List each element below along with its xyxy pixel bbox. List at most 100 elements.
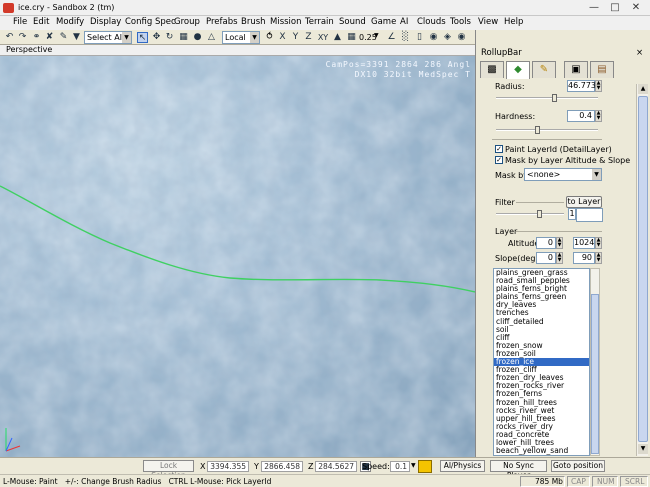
layer-list-scrollbar[interactable] xyxy=(590,268,600,456)
perspective-viewport[interactable]: CamPos=3391 2864 286 Angl DX10 32bit Med… xyxy=(0,56,475,457)
layer-list-item[interactable]: lower_hill_trees xyxy=(494,439,589,447)
axis-z-button[interactable]: Z xyxy=(303,32,314,43)
axis-x-button[interactable]: X xyxy=(277,32,288,43)
menu-display[interactable]: Display xyxy=(90,17,121,27)
scroll-up-icon[interactable]: ▲ xyxy=(638,84,648,94)
layer-list-item[interactable]: rocks_river_dry xyxy=(494,423,589,431)
layer-list-item[interactable]: frozen_snow xyxy=(494,342,589,350)
selection-combo[interactable]: Select All ▼ xyxy=(84,31,132,44)
select-arrow-icon[interactable]: ↖ xyxy=(137,32,148,43)
mask-icon[interactable]: ▯ xyxy=(414,32,425,43)
terrain-follow-icon[interactable]: ▲ xyxy=(332,32,343,43)
ruler-icon[interactable]: ░ xyxy=(400,32,411,43)
axis-y-button[interactable]: Y xyxy=(290,32,301,43)
layer-list-item[interactable]: frozen_ferns xyxy=(494,390,589,398)
menu-prefabs[interactable]: Prefabs xyxy=(206,17,238,27)
coord-space-combo[interactable]: Local ▼ xyxy=(222,31,260,44)
slider-knob[interactable] xyxy=(535,126,540,134)
layer-list-item[interactable]: road_small_pepples xyxy=(494,277,589,285)
layer-list-item[interactable]: dry_leaves xyxy=(494,301,589,309)
modeling-tab[interactable]: ✎ xyxy=(532,61,556,78)
radius-slider[interactable] xyxy=(496,94,598,102)
layer-list-item[interactable]: cliff xyxy=(494,334,589,342)
hardness-spinner[interactable]: ▲ ▼ xyxy=(595,110,602,122)
menu-brush[interactable]: Brush xyxy=(241,17,266,27)
menu-modify[interactable]: Modify xyxy=(56,17,84,27)
paint-layer-checkbox[interactable]: ✓ xyxy=(495,145,503,153)
menu-view[interactable]: View xyxy=(478,17,498,27)
menu-file[interactable]: File xyxy=(13,17,27,27)
display-tab[interactable]: ▣ xyxy=(564,61,588,78)
menu-help[interactable]: Help xyxy=(504,17,523,27)
angle-snap-icon[interactable]: ∠ xyxy=(386,32,397,43)
chevron-down-icon[interactable]: ▼ xyxy=(411,462,416,469)
layer-list-item[interactable]: frozen_rocks_river xyxy=(494,382,589,390)
y-coordinate[interactable]: 2866.458 xyxy=(261,461,303,472)
lock-icon[interactable]: ◈ xyxy=(442,32,453,43)
menu-ai[interactable]: AI xyxy=(400,17,408,27)
scroll-down-icon[interactable]: ▼ xyxy=(638,444,648,454)
altitude-min-input[interactable]: 0 xyxy=(536,237,556,249)
layer-list-item[interactable]: frozen_dry_leaves xyxy=(494,374,589,382)
mask-by-select[interactable]: <none> ▼ xyxy=(524,168,602,181)
attach-icon[interactable]: ✎ xyxy=(58,32,69,43)
terrain-snap-icon[interactable]: △ xyxy=(206,32,217,43)
layer-list-item[interactable]: soil xyxy=(494,326,589,334)
viewport-name[interactable]: Perspective xyxy=(6,45,52,54)
maximize-icon[interactable]: □ xyxy=(606,1,624,15)
snap-icon[interactable]: ● xyxy=(192,32,203,43)
filter-spin-value[interactable]: 1 xyxy=(568,208,576,220)
layers-tab[interactable]: ▤ xyxy=(590,61,614,78)
altitude-min-spinner[interactable]: ▲ ▼ xyxy=(556,237,563,249)
objects-tab[interactable]: ▩ xyxy=(480,61,504,78)
terrain-tab[interactable]: ◆ xyxy=(506,61,530,79)
rotate-icon[interactable]: ↻ xyxy=(164,32,175,43)
ai-physics-button[interactable]: AI/Physics xyxy=(440,460,485,472)
z-coordinate[interactable]: 284.5627 xyxy=(315,461,357,472)
x-coordinate[interactable]: 3394.355 xyxy=(207,461,249,472)
menu-clouds[interactable]: Clouds xyxy=(417,17,446,27)
slope-min-input[interactable]: 0 xyxy=(536,252,556,264)
menu-group[interactable]: Group xyxy=(174,17,200,27)
altitude-max-input[interactable]: 1024 xyxy=(573,237,595,249)
menu-edit[interactable]: Edit xyxy=(33,17,49,27)
menu-terrain[interactable]: Terrain xyxy=(305,17,334,27)
physics-icon[interactable]: ◉ xyxy=(456,32,467,43)
scrollbar-thumb[interactable] xyxy=(591,294,599,454)
layer-list-item[interactable]: cliff_detailed xyxy=(494,318,589,326)
slope-max-input[interactable]: 90 xyxy=(573,252,595,264)
layer-list[interactable]: plains_green_grass road_small_pepples plai… xyxy=(493,268,590,456)
goto-position-button[interactable]: Goto position xyxy=(551,460,605,472)
altitude-max-spinner[interactable]: ▲ ▼ xyxy=(595,237,602,249)
layer-list-item[interactable]: frozen_ice xyxy=(494,358,589,367)
unlink-icon[interactable]: ✘ xyxy=(44,32,55,43)
layer-list-item[interactable]: plains_ferns_green xyxy=(494,293,589,301)
layer-list-item[interactable]: upper_hill_trees xyxy=(494,415,589,423)
layer-list-item[interactable]: rocks_river_wet xyxy=(494,407,589,415)
menu-config-spec[interactable]: Config Spec xyxy=(125,17,176,27)
menu-mission[interactable]: Mission xyxy=(270,17,302,27)
close-icon[interactable]: ✕ xyxy=(627,1,645,15)
scrollbar-thumb[interactable] xyxy=(638,96,648,442)
hardness-slider[interactable] xyxy=(496,126,598,134)
menu-sound[interactable]: Sound xyxy=(339,17,366,27)
lock-selection-button[interactable]: Lock Selection xyxy=(143,460,194,480)
axis-lock-icon[interactable]: ⥀ xyxy=(264,32,275,43)
filter-icon[interactable]: ▼ xyxy=(71,32,82,43)
layer-list-item[interactable]: road_concrete xyxy=(494,431,589,439)
hardness-input[interactable]: 0.4 xyxy=(567,110,595,122)
undo-icon[interactable]: ↶ xyxy=(4,32,15,43)
scale-icon[interactable]: ▦ xyxy=(178,32,189,43)
grid-size-dropdown-icon[interactable]: ▼ xyxy=(374,32,379,39)
redo-icon[interactable]: ↷ xyxy=(17,32,28,43)
filter-slider[interactable] xyxy=(496,210,564,218)
minimize-icon[interactable]: — xyxy=(585,1,603,15)
filter-color-swatch[interactable] xyxy=(576,208,603,222)
layer-list-item[interactable]: frozen_hill_trees xyxy=(494,399,589,407)
menu-game[interactable]: Game xyxy=(371,17,396,27)
no-sync-player-button[interactable]: No Sync Player xyxy=(490,460,547,480)
grid-icon[interactable]: ▦ xyxy=(346,32,357,43)
slope-min-spinner[interactable]: ▲ ▼ xyxy=(556,252,563,264)
slider-knob[interactable] xyxy=(552,94,557,102)
rollup-scrollbar[interactable]: ▲ ▼ xyxy=(636,84,648,456)
